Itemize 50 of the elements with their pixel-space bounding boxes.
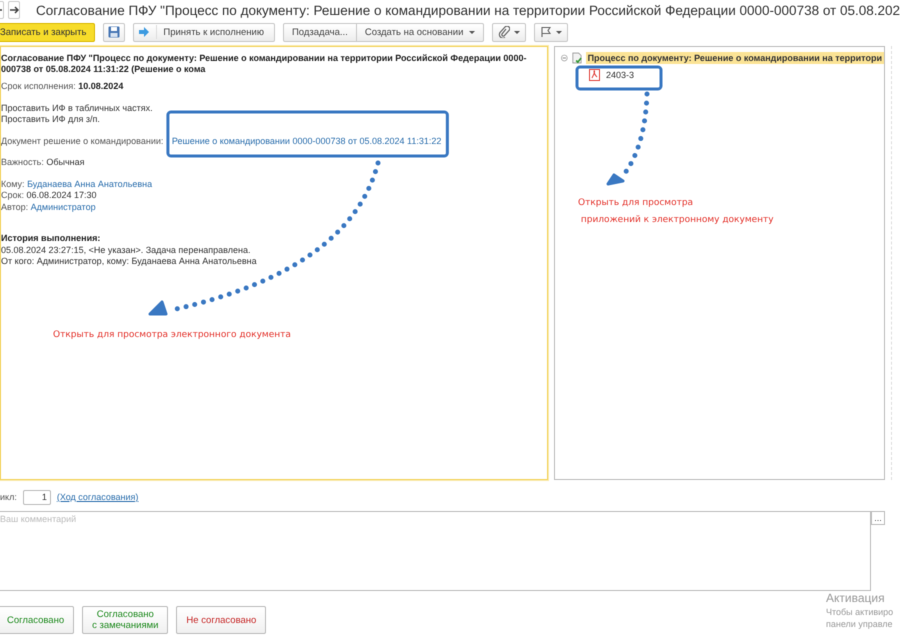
- collapse-icon[interactable]: [561, 54, 568, 62]
- description-line: Проставить ИФ в табличных частях.: [1, 102, 154, 114]
- window-title: Согласование ПФУ "Процесс по документу: Решение о командировании на территории Российской Федерации 0000-000738 от 05.08.202: [36, 2, 900, 18]
- right-arrow-icon: [9, 6, 19, 14]
- pdf-file-icon: [589, 69, 600, 81]
- document-check-icon: [572, 51, 582, 65]
- activation-text: панели управле: [826, 618, 894, 630]
- approve-button[interactable]: Согласовано: [0, 606, 74, 634]
- more-button[interactable]: ...: [871, 511, 885, 525]
- create-based-on-button[interactable]: Создать на основании: [356, 22, 484, 42]
- save-and-close-button[interactable]: Записать и закрыть: [0, 22, 96, 42]
- reject-button[interactable]: Не согласовано: [176, 606, 266, 634]
- annotation-text: Открыть для просмотра приложений к электронному документу: [578, 197, 774, 227]
- accept-button[interactable]: Принять к исполнению: [133, 22, 275, 42]
- approval-history-link[interactable]: (Ход согласования): [56, 492, 138, 502]
- field-label: Кому:: [1, 178, 25, 188]
- tree-item[interactable]: Процесс по документу: Решение о командировании на территори: [586, 52, 884, 64]
- importance-value: Обычная: [46, 157, 85, 167]
- paperclip-icon: [498, 26, 510, 38]
- attachment-menu-button[interactable]: [492, 22, 526, 42]
- cycle-field[interactable]: 1: [22, 490, 51, 504]
- right-arrow-icon: [138, 26, 150, 38]
- author-link[interactable]: Администратор: [30, 202, 96, 212]
- annotation-text: Открыть для просмотра электронного документа: [53, 329, 291, 342]
- activation-text: Чтобы активиро: [826, 606, 894, 618]
- document-link[interactable]: Решение о командировании 0000-000738 от 05.08.2024 11:31:22: [172, 136, 442, 146]
- history-line: От кого: Администратор, кому: Буданаева Анна Анатольевна: [1, 256, 258, 268]
- history-line: 05.08.2024 23:27:15, <Не указан>. Задача перенаправлена.: [1, 244, 252, 256]
- history-title: История выполнения:: [1, 233, 102, 244]
- field-label: Документ решение о командировании:: [1, 136, 164, 146]
- field-label: икл:: [0, 492, 17, 502]
- field-label: Срок исполнения:: [1, 81, 76, 91]
- term-value: 06.08.2024 17:30: [26, 190, 97, 200]
- forward-button[interactable]: [8, 1, 20, 19]
- attachment-item[interactable]: 2403-3: [606, 70, 634, 80]
- task-title: Согласование ПФУ "Процесс по документу: Решение о командировании на территории Российской Федерации 0000-000738 от 05.08.2024 11:31:22 (Решение о кома: [1, 53, 528, 75]
- field-label: Срок:: [1, 190, 24, 200]
- tree-row[interactable]: Процесс по документу: Решение о командировании на территори: [561, 50, 884, 66]
- assignee-link[interactable]: Буданаева Анна Анатольевна: [27, 178, 152, 188]
- comment-field[interactable]: Ваш комментарий: [0, 511, 871, 591]
- flag-icon: [540, 26, 552, 38]
- description-line: Проставить ИФ для з/п.: [1, 114, 101, 126]
- save-button[interactable]: [103, 22, 126, 42]
- subtask-button[interactable]: Подзадача...: [282, 22, 357, 42]
- due-date: 10.08.2024: [78, 81, 124, 91]
- field-label: Автор:: [1, 202, 28, 212]
- flag-menu-button[interactable]: [534, 22, 568, 42]
- activation-title: Активация: [826, 591, 886, 606]
- field-label: Важность:: [1, 157, 44, 167]
- approve-button[interactable]: Согласовано с замечаниями: [82, 606, 168, 634]
